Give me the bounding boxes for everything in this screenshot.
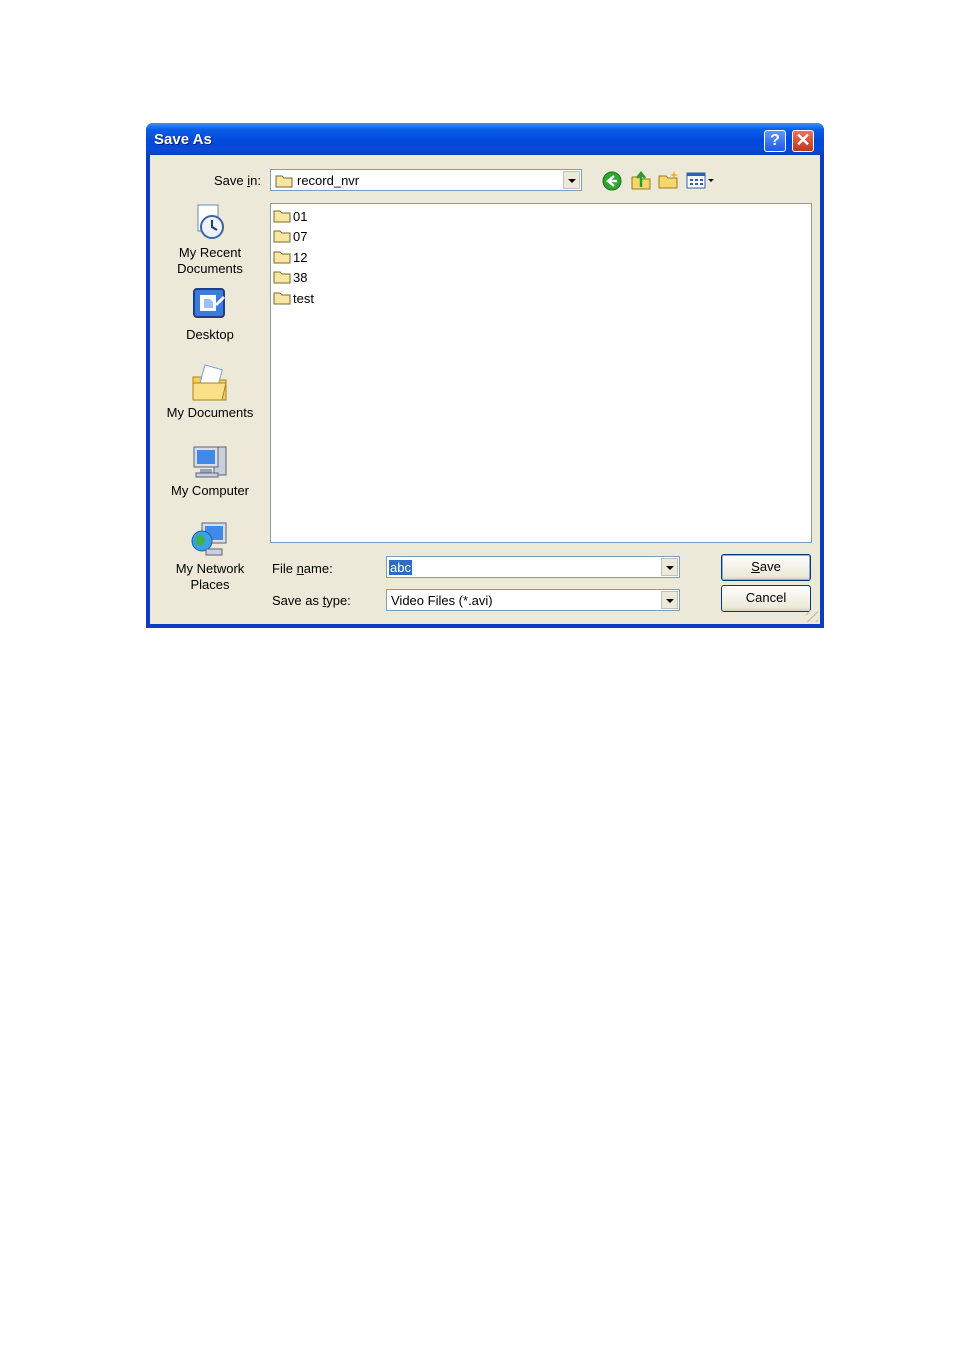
- file-name: 38: [293, 269, 308, 285]
- desktop-icon: [193, 288, 226, 318]
- file-list[interactable]: 01 07 12 38 test: [270, 203, 812, 543]
- place-my-computer[interactable]: My Computer: [160, 441, 260, 499]
- place-my-documents[interactable]: My Documents: [160, 363, 260, 421]
- list-item[interactable]: test: [273, 289, 314, 307]
- file-name-label: File name:: [272, 561, 333, 576]
- save-in-dropdown-arrow[interactable]: [563, 171, 580, 189]
- save-in-label: Save in:: [214, 173, 261, 188]
- place-label-line1: My Documents: [166, 405, 254, 420]
- place-label-line1: My Network: [175, 561, 245, 576]
- file-name: 12: [293, 249, 308, 265]
- folder-icon: [273, 210, 291, 223]
- new-folder-icon[interactable]: [658, 170, 680, 190]
- list-item[interactable]: 01: [273, 207, 307, 225]
- recent-documents-icon: [197, 204, 224, 239]
- save-as-dialog: Save As ? ✕ Save in: record_nvr My Recen…: [146, 123, 824, 628]
- place-label-line1: Desktop: [186, 327, 234, 342]
- file-name-value[interactable]: abc: [389, 560, 412, 575]
- list-item[interactable]: 12: [273, 248, 307, 266]
- my-documents-icon: [192, 364, 227, 401]
- resize-grip[interactable]: [806, 610, 818, 622]
- save-as-type-dropdown[interactable]: Video Files (*.avi): [386, 589, 680, 611]
- file-name-input[interactable]: abc: [386, 556, 680, 578]
- save-as-type-label: Save as type:: [272, 593, 351, 608]
- back-icon[interactable]: [602, 171, 622, 191]
- save-in-value: record_nvr: [297, 173, 360, 188]
- file-name: 01: [293, 208, 308, 224]
- close-button[interactable]: ✕: [792, 130, 814, 152]
- save-in-dropdown[interactable]: record_nvr: [270, 169, 582, 191]
- dialog-body: Save in: record_nvr My Recent Documents …: [150, 155, 820, 624]
- folder-icon: [273, 292, 291, 305]
- folder-icon: [273, 271, 291, 284]
- file-name: test: [293, 290, 314, 306]
- file-name: 07: [293, 228, 308, 244]
- save-as-type-dropdown-arrow[interactable]: [661, 591, 678, 609]
- folder-icon: [273, 251, 291, 264]
- cancel-button[interactable]: Cancel: [721, 585, 811, 612]
- title-bar[interactable]: Save As ? ✕: [146, 123, 824, 155]
- place-desktop[interactable]: Desktop: [160, 285, 260, 343]
- place-label-line2: Places: [190, 577, 230, 592]
- help-button[interactable]: ?: [764, 130, 786, 152]
- place-label-line1: My Recent: [178, 245, 242, 260]
- folder-icon: [273, 230, 291, 243]
- views-menu-icon[interactable]: [686, 172, 716, 190]
- save-as-type-value: Video Files (*.avi): [391, 593, 493, 608]
- place-recent-documents[interactable]: My Recent Documents: [160, 203, 260, 277]
- up-folder-icon[interactable]: [630, 169, 652, 191]
- window-title: Save As: [154, 131, 212, 148]
- network-places-icon: [191, 522, 227, 556]
- place-label-line1: My Computer: [170, 483, 250, 498]
- my-computer-icon: [193, 446, 227, 478]
- place-label-line2: Documents: [177, 261, 243, 276]
- place-network-places[interactable]: My Network Places: [160, 519, 260, 593]
- save-button[interactable]: Save: [721, 554, 811, 581]
- folder-icon: [275, 175, 293, 188]
- list-item[interactable]: 38: [273, 268, 307, 286]
- list-item[interactable]: 07: [273, 227, 307, 245]
- file-name-dropdown-arrow[interactable]: [661, 558, 678, 576]
- places-bar: My Recent Documents Desktop My Documents…: [160, 189, 260, 592]
